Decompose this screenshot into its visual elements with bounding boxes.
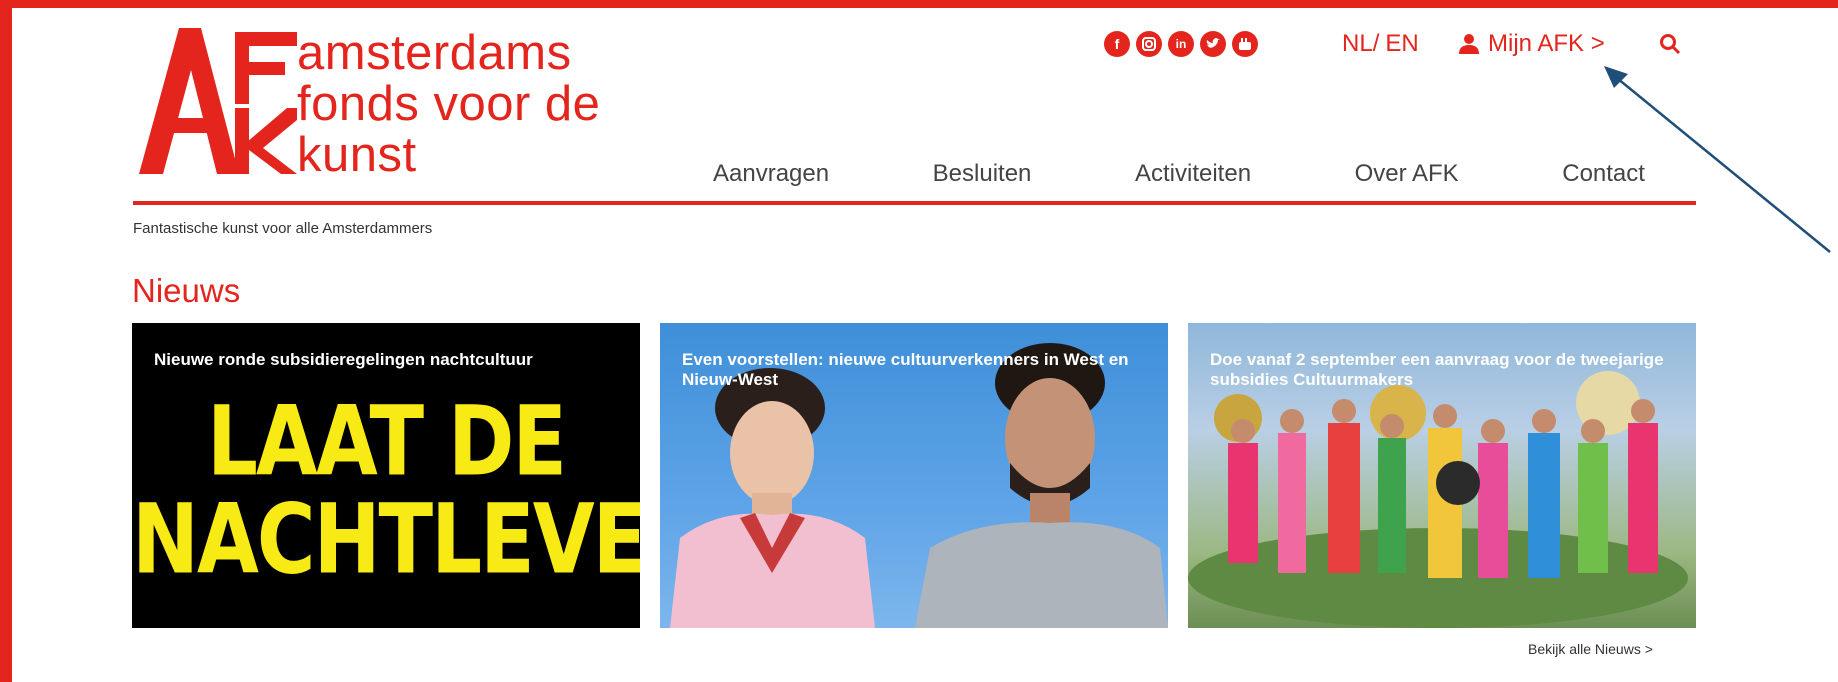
mijn-afk-label: Mijn AFK > — [1488, 30, 1605, 57]
all-news-link[interactable]: Bekijk alle Nieuws > — [1528, 641, 1653, 657]
user-icon — [1459, 34, 1479, 54]
poster-text-line-1: LAAT DE — [206, 385, 567, 498]
nav-divider — [133, 201, 1696, 205]
nav-aanvragen[interactable]: Aanvragen — [713, 160, 829, 188]
nav-activiteiten[interactable]: Activiteiten — [1135, 160, 1251, 188]
news-card-title: Doe vanaf 2 september een aanvraag voor … — [1210, 350, 1664, 389]
afk-monogram-icon — [139, 28, 297, 174]
news-card-title: Even voorstellen: nieuwe cultuurverkenne… — [682, 350, 1129, 389]
lang-en[interactable]: EN — [1385, 30, 1418, 57]
search-button[interactable] — [1659, 33, 1681, 60]
facebook-icon[interactable]: f — [1104, 31, 1130, 57]
linkedin-icon[interactable]: in — [1168, 31, 1194, 57]
instagram-icon[interactable] — [1136, 31, 1162, 57]
news-card-title: Nieuwe ronde subsidieregelingen nachtcul… — [154, 350, 533, 369]
news-card-nachtcultuur[interactable]: Nieuwe ronde subsidieregelingen nachtcul… — [132, 323, 640, 628]
news-card-cultuurmakers[interactable]: Doe vanaf 2 september een aanvraag voor … — [1188, 323, 1696, 628]
news-card-cultuurverkenners[interactable]: Even voorstellen: nieuwe cultuurverkenne… — [660, 323, 1168, 628]
afk-logo[interactable]: amsterdams fonds voor de kunst — [139, 26, 659, 182]
nav-besluiten[interactable]: Besluiten — [933, 160, 1032, 188]
lang-separator: / — [1372, 30, 1380, 57]
logo-wordmark: amsterdams fonds voor de kunst — [297, 26, 601, 182]
annotation-arrow-icon — [1604, 66, 1831, 253]
search-icon — [1660, 34, 1681, 55]
mijn-afk-link[interactable]: Mijn AFK > — [1458, 30, 1605, 58]
news-section-title: Nieuws — [132, 272, 241, 309]
social-links: f in — [1104, 31, 1258, 57]
tagline: Fantastische kunst voor alle Amsterdamme… — [133, 220, 433, 237]
nav-over-afk[interactable]: Over AFK — [1355, 160, 1459, 188]
poster-text-line-2: NACHTLEVEN — [132, 483, 640, 596]
lang-nl[interactable]: NL — [1342, 30, 1373, 57]
language-switcher: NL/EN — [1342, 30, 1419, 58]
main-nav: Aanvragen Besluiten Activiteiten Over AF… — [660, 160, 1700, 188]
twitter-icon[interactable] — [1200, 31, 1226, 57]
youtube-icon[interactable] — [1232, 31, 1258, 57]
